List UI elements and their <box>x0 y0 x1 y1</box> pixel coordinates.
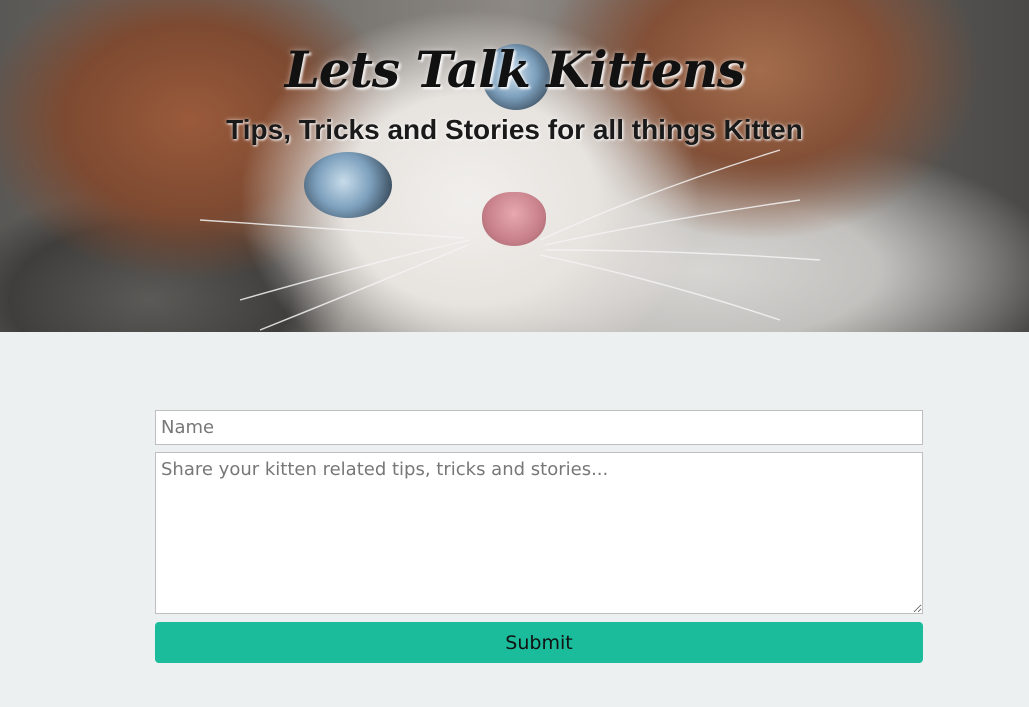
hero-banner-image: Lets Talk Kittens Tips, Tricks and Stori… <box>0 0 1029 332</box>
name-input[interactable] <box>155 410 923 445</box>
page-title: Lets Talk Kittens <box>284 40 745 99</box>
message-textarea[interactable] <box>155 452 923 614</box>
page-subtitle: Tips, Tricks and Stories for all things … <box>226 114 803 145</box>
kitten-story-form: Submit <box>155 410 923 663</box>
submit-button[interactable]: Submit <box>155 622 923 663</box>
